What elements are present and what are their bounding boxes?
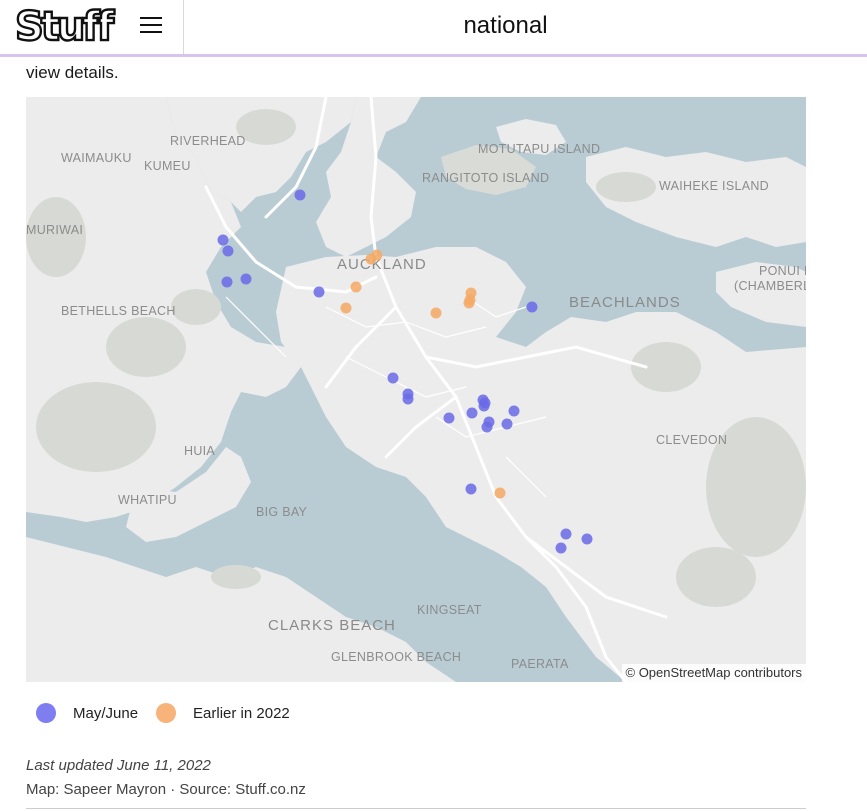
legend-label-earlier: Earlier in 2022 [193,704,290,722]
marker-may-june[interactable] [555,542,567,554]
site-header: Stuff national [0,0,867,57]
legend-label-may-june: May/June [73,704,139,722]
label-bethells: BETHELLS BEACH [61,304,176,318]
label-motutapu: MOTUTAPU ISLAND [478,142,600,156]
marker-earlier[interactable] [371,249,383,261]
marker-may-june[interactable] [217,234,229,246]
marker-may-june[interactable] [581,533,593,545]
map[interactable]: RIVERHEAD WAIMAUKU KUMEU MOTUTAPU ISLAND… [26,97,806,682]
map-attribution[interactable]: © OpenStreetMap contributors [621,664,806,682]
label-glenbrook: GLENBROOK BEACH [331,650,461,664]
bottom-divider [26,808,806,809]
marker-earlier[interactable] [463,297,475,309]
label-waiheke: WAIHEKE ISLAND [659,179,769,193]
marker-may-june[interactable] [240,273,252,285]
marker-may-june[interactable] [465,483,477,495]
label-beachlands: BEACHLANDS [569,294,681,311]
label-auckland: AUCKLAND [337,256,427,273]
label-ponui-1: PONUI IS [759,264,806,278]
marker-may-june[interactable] [221,276,233,288]
map-credits: Map: Sapeer Mayron · Source: Stuff.co.nz [26,781,306,798]
marker-earlier[interactable] [430,307,442,319]
marker-may-june[interactable] [560,528,572,540]
label-ponui-2: (CHAMBERLIN [734,279,806,293]
legend-item-earlier: Earlier in 2022 [156,703,290,723]
stuff-logo[interactable]: Stuff [14,3,116,51]
marker-may-june[interactable] [313,286,325,298]
marker-earlier[interactable] [350,281,362,293]
label-riverhead: RIVERHEAD [170,134,246,148]
legend-swatch-earlier [156,703,177,723]
marker-earlier[interactable] [340,302,352,314]
legend-swatch-may-june [36,703,56,723]
marker-may-june[interactable] [294,189,306,201]
label-clevedon: CLEVEDON [656,433,727,447]
section-title[interactable]: national [184,12,867,40]
legend-item-may-june: May/June [36,703,138,723]
label-huia: HUIA [184,444,215,458]
marker-may-june[interactable] [501,418,513,430]
map-canvas: RIVERHEAD WAIMAUKU KUMEU MOTUTAPU ISLAND… [26,97,806,682]
hamburger-menu-icon[interactable] [140,14,162,36]
label-kumeu: KUMEU [144,159,191,173]
label-paerata: PAERATA [511,657,569,671]
label-clarks-beach: CLARKS BEACH [268,617,396,634]
legend: May/June Earlier in 2022 [36,703,308,723]
label-rangitoto: RANGITOTO ISLAND [422,171,549,185]
intro-text: view details. [26,63,119,82]
label-waimauku: WAIMAUKU [61,151,132,165]
label-kingseat: KINGSEAT [417,603,482,617]
marker-may-june[interactable] [222,245,234,257]
label-muriwai: MURIWAI [26,223,83,237]
last-updated: Last updated June 11, 2022 [26,757,211,774]
marker-may-june[interactable] [481,421,493,433]
marker-may-june[interactable] [443,412,455,424]
marker-may-june[interactable] [466,407,478,419]
marker-may-june[interactable] [387,372,399,384]
marker-may-june[interactable] [402,393,414,405]
marker-may-june[interactable] [478,400,490,412]
label-bigbay: BIG BAY [256,505,308,519]
marker-may-june[interactable] [508,405,520,417]
marker-may-june[interactable] [526,301,538,313]
label-whatipu: WHATIPU [118,493,177,507]
marker-earlier[interactable] [494,487,506,499]
